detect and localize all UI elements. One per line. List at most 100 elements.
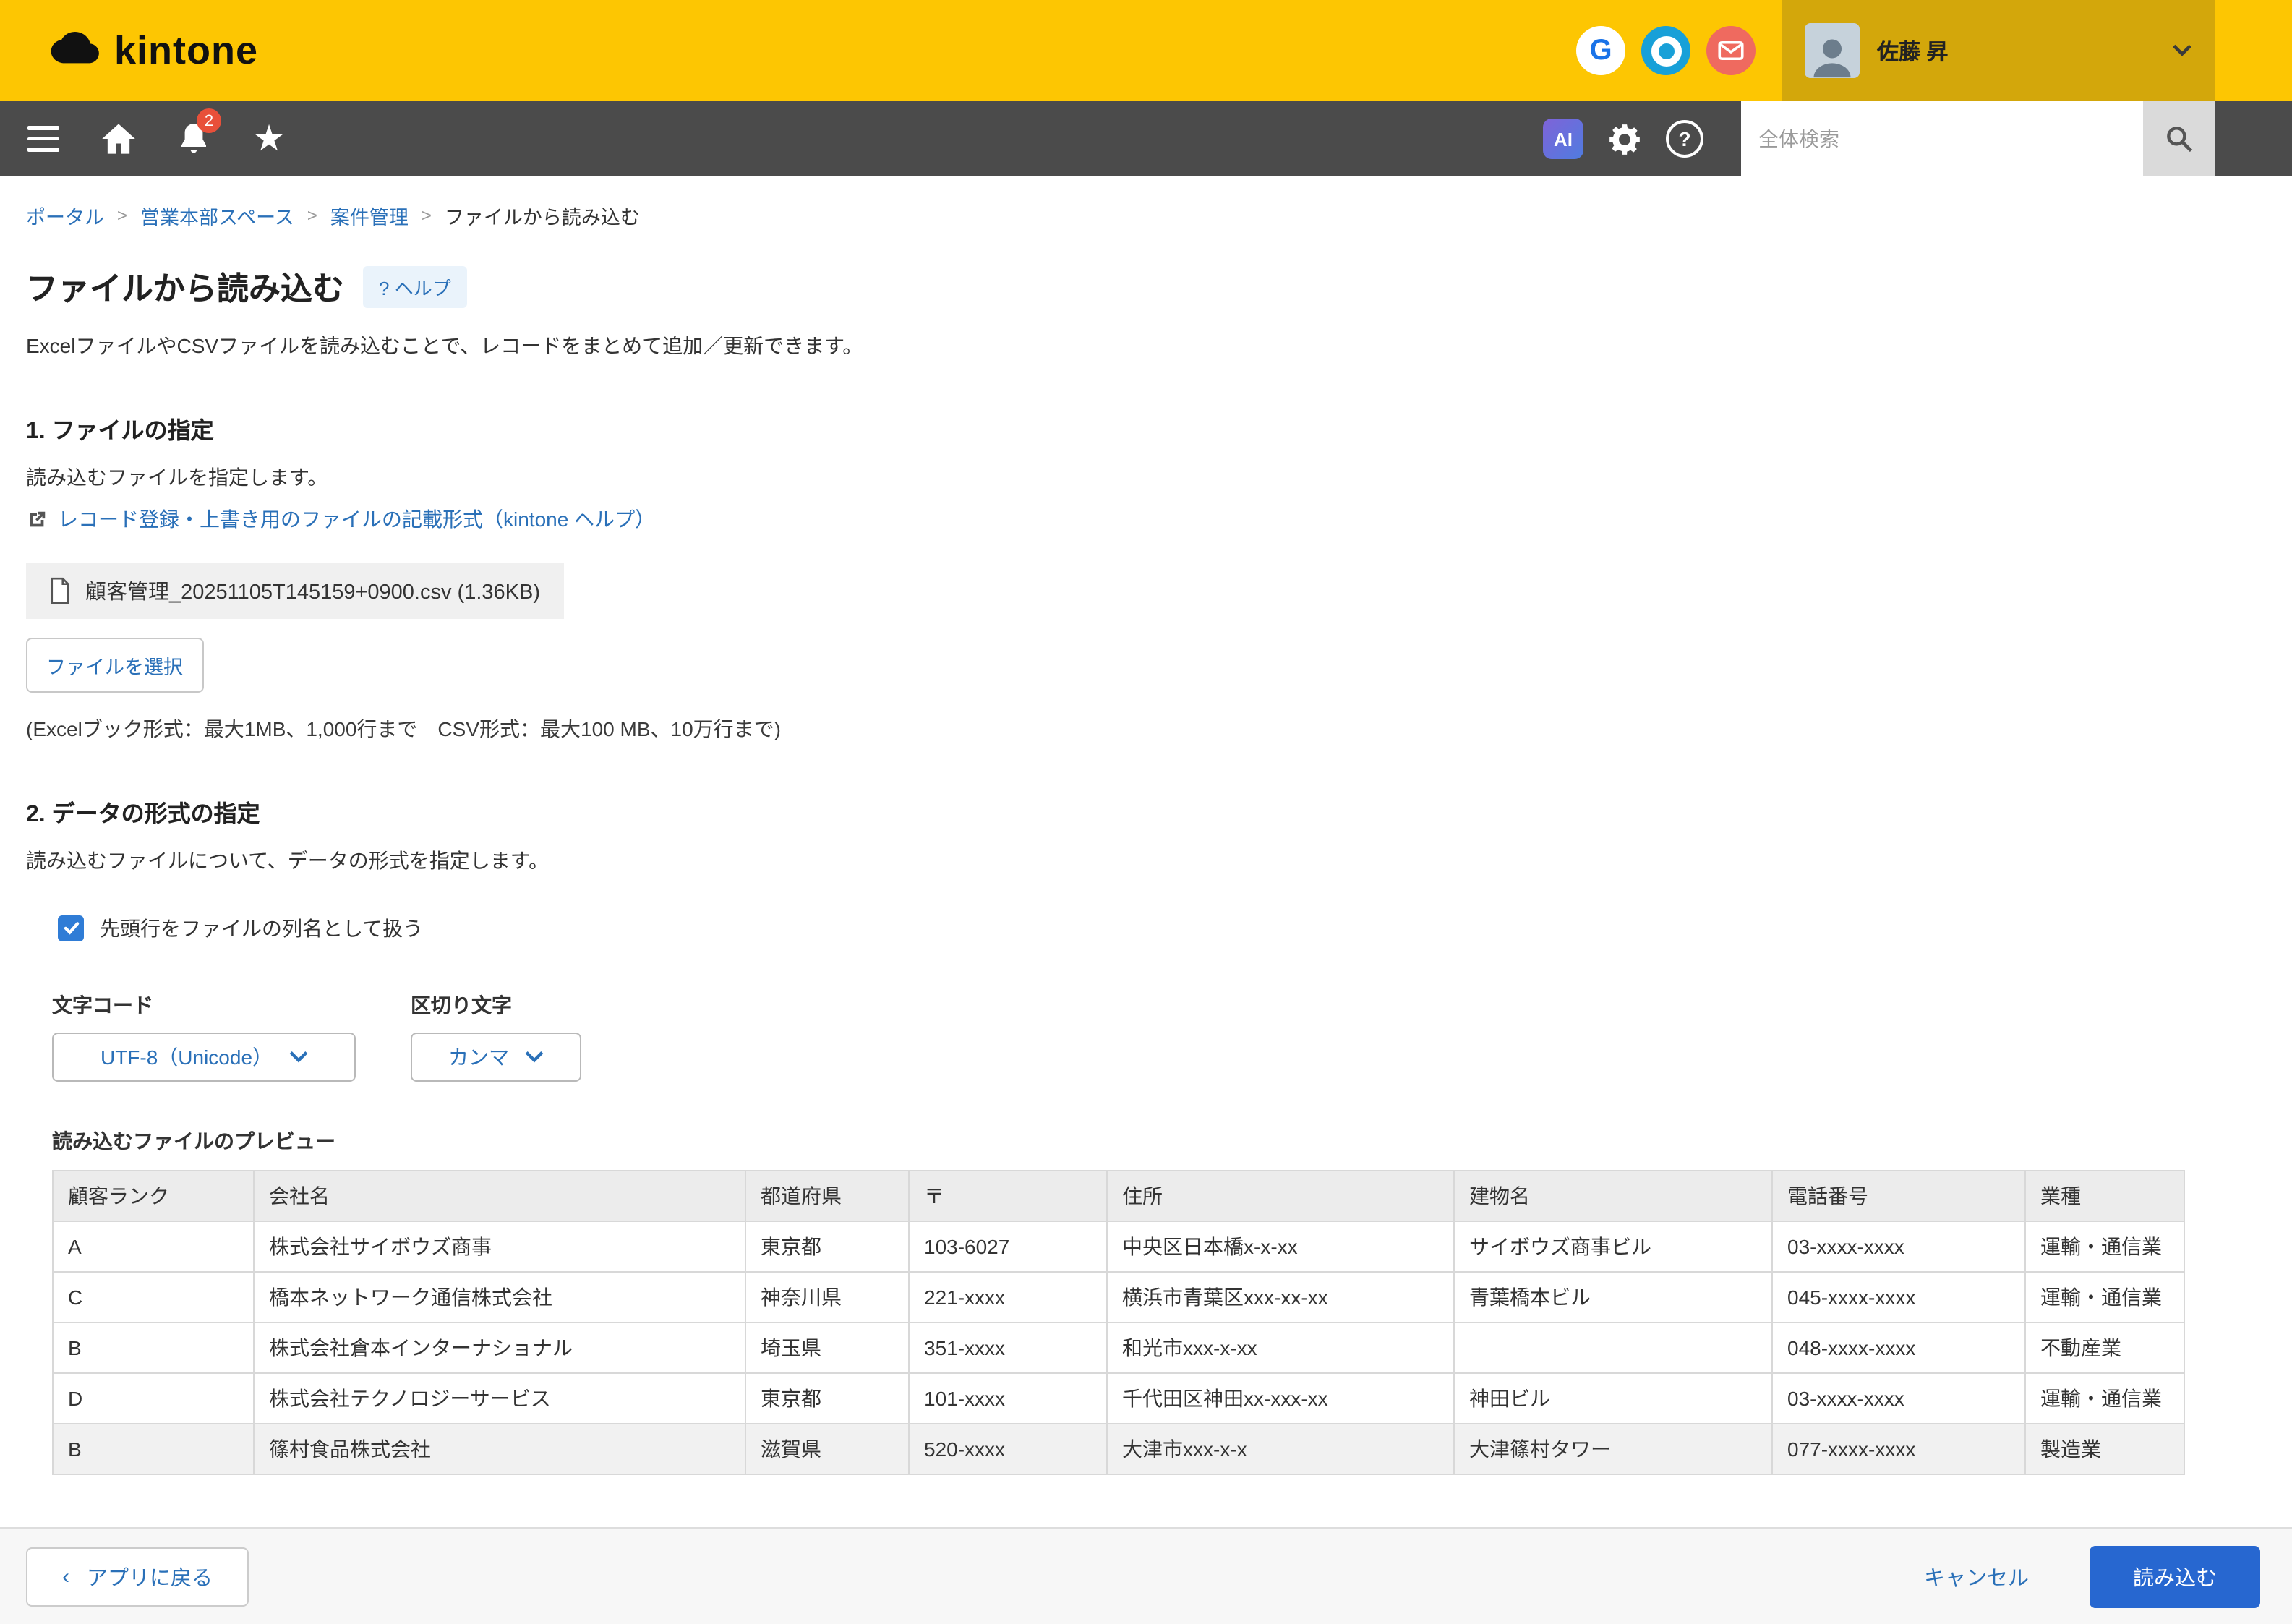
office-service-icon[interactable] bbox=[1641, 26, 1690, 75]
ai-button[interactable]: AI bbox=[1543, 119, 1583, 159]
table-cell: 滋賀県 bbox=[745, 1423, 909, 1474]
star-icon: ★ bbox=[253, 121, 286, 157]
table-cell: 和光市xxx-x-xx bbox=[1107, 1322, 1454, 1372]
table-cell: 千代田区神田xx-xxx-xx bbox=[1107, 1372, 1454, 1423]
notifications-button[interactable]: 2 bbox=[156, 101, 231, 176]
breadcrumb-app[interactable]: 案件管理 bbox=[330, 201, 409, 230]
file-format-help-link[interactable]: レコード登録・上書き用のファイルの記載形式（kintone ヘルプ） bbox=[26, 505, 655, 534]
nav-right: AI ? bbox=[1543, 101, 2292, 176]
cancel-button[interactable]: キャンセル bbox=[1885, 1545, 2068, 1607]
chevron-down-icon bbox=[525, 1050, 544, 1063]
table-cell: 045-xxxx-xxxx bbox=[1772, 1271, 2025, 1322]
main-content: ファイルから読み込む ? ヘルプ ExcelファイルやCSVファイルを読み込むこ… bbox=[0, 263, 2292, 1606]
chevron-down-icon bbox=[2172, 38, 2192, 64]
chevron-down-icon bbox=[288, 1050, 307, 1063]
table-cell: 101-xxxx bbox=[909, 1372, 1107, 1423]
menu-button[interactable] bbox=[6, 101, 81, 176]
table-cell: 横浜市青葉区xxx-xx-xx bbox=[1107, 1271, 1454, 1322]
table-cell: 東京都 bbox=[745, 1372, 909, 1423]
table-cell: 青葉橋本ビル bbox=[1454, 1271, 1772, 1322]
table-cell: D bbox=[53, 1372, 254, 1423]
table-row: B篠村食品株式会社滋賀県520-xxxx大津市xxx-x-x大津篠村タワー077… bbox=[53, 1423, 2184, 1474]
table-cell: 運輸・通信業 bbox=[2025, 1271, 2184, 1322]
breadcrumb-separator: > bbox=[307, 205, 317, 226]
header-row-checkbox-label[interactable]: 先頭行をファイルの列名として扱う bbox=[100, 913, 423, 942]
file-limits-note: (Excelブック形式：最大1MB、1,000行まで CSV形式：最大100 M… bbox=[26, 714, 2266, 743]
table-cell: 大津篠村タワー bbox=[1454, 1423, 1772, 1474]
file-name: 顧客管理_20251105T145159+0900.csv (1.36KB) bbox=[85, 575, 540, 605]
table-cell: B bbox=[53, 1423, 254, 1474]
column-header: 住所 bbox=[1107, 1170, 1454, 1221]
topbar: kintone G 佐藤 昇 bbox=[0, 0, 2292, 101]
select-file-button[interactable]: ファイルを選択 bbox=[26, 637, 203, 692]
table-cell: 橋本ネットワーク通信株式会社 bbox=[254, 1271, 745, 1322]
breadcrumb-current: ファイルから読み込む bbox=[445, 201, 640, 230]
column-header: 電話番号 bbox=[1772, 1170, 2025, 1221]
back-to-app-button[interactable]: ‹ アプリに戻る bbox=[26, 1547, 249, 1606]
import-button[interactable]: 読み込む bbox=[2090, 1545, 2260, 1607]
service-icons: G bbox=[1576, 0, 1782, 101]
favorites-button[interactable]: ★ bbox=[231, 101, 307, 176]
cloud-icon bbox=[49, 30, 101, 72]
search-button[interactable] bbox=[2143, 101, 2215, 176]
breadcrumb: ポータル > 営業本部スペース > 案件管理 > ファイルから読み込む bbox=[0, 176, 2292, 230]
search-icon bbox=[2163, 123, 2195, 155]
selected-file-chip: 顧客管理_20251105T145159+0900.csv (1.36KB) bbox=[26, 562, 563, 618]
user-name: 佐藤 昇 bbox=[1877, 35, 2155, 66]
delimiter-control: 区切り文字 カンマ bbox=[411, 990, 581, 1081]
table-cell: 神奈川県 bbox=[745, 1271, 909, 1322]
header-row-checkbox[interactable] bbox=[58, 915, 84, 941]
check-icon bbox=[61, 918, 80, 937]
home-button[interactable] bbox=[81, 101, 156, 176]
table-cell bbox=[1454, 1322, 1772, 1372]
preview-table-body: A株式会社サイボウズ商事東京都103-6027中央区日本橋x-x-xxサイボウズ… bbox=[53, 1221, 2184, 1474]
home-icon bbox=[100, 120, 137, 158]
help-button[interactable]: ? bbox=[1666, 120, 1703, 158]
mail-service-icon[interactable] bbox=[1706, 26, 1756, 75]
navbar: 2 ★ AI ? bbox=[0, 101, 2292, 176]
table-cell: 03-xxxx-xxxx bbox=[1772, 1221, 2025, 1271]
hamburger-icon bbox=[27, 127, 59, 152]
page-title: ファイルから読み込む bbox=[26, 263, 344, 309]
table-row: A株式会社サイボウズ商事東京都103-6027中央区日本橋x-x-xxサイボウズ… bbox=[53, 1221, 2184, 1271]
charset-select[interactable]: UTF-8（Unicode） bbox=[52, 1032, 356, 1081]
column-header: 都道府県 bbox=[745, 1170, 909, 1221]
table-cell: 221-xxxx bbox=[909, 1271, 1107, 1322]
table-cell: B bbox=[53, 1322, 254, 1372]
breadcrumb-space[interactable]: 営業本部スペース bbox=[140, 201, 294, 230]
kintone-logo[interactable]: kintone bbox=[0, 28, 258, 73]
charset-control: 文字コード UTF-8（Unicode） bbox=[52, 990, 356, 1081]
table-row: B株式会社倉本インターナショナル埼玉県351-xxxx和光市xxx-x-xx04… bbox=[53, 1322, 2184, 1372]
section2-description: 読み込むファイルについて、データの形式を指定します。 bbox=[26, 845, 2266, 874]
google-service-icon[interactable]: G bbox=[1576, 26, 1625, 75]
column-header: 会社名 bbox=[254, 1170, 745, 1221]
page-description: ExcelファイルやCSVファイルを読み込むことで、レコードをまとめて追加／更新… bbox=[26, 331, 2266, 360]
column-header: 〒 bbox=[909, 1170, 1107, 1221]
table-cell: 048-xxxx-xxxx bbox=[1772, 1322, 2025, 1372]
settings-button[interactable] bbox=[1607, 121, 1643, 157]
external-link-icon bbox=[26, 508, 48, 530]
envelope-icon bbox=[1718, 40, 1744, 61]
user-menu[interactable]: 佐藤 昇 bbox=[1782, 0, 2215, 101]
global-search bbox=[1741, 101, 2215, 176]
page-help-link[interactable]: ? ヘルプ bbox=[363, 265, 467, 307]
table-cell: 大津市xxx-x-x bbox=[1107, 1423, 1454, 1474]
table-cell: 株式会社サイボウズ商事 bbox=[254, 1221, 745, 1271]
logo-text: kintone bbox=[114, 28, 258, 73]
table-cell: 篠村食品株式会社 bbox=[254, 1423, 745, 1474]
table-cell: 製造業 bbox=[2025, 1423, 2184, 1474]
nav-left: 2 ★ bbox=[0, 101, 307, 176]
table-cell: 埼玉県 bbox=[745, 1322, 909, 1372]
delimiter-select[interactable]: カンマ bbox=[411, 1032, 581, 1081]
table-cell: 不動産業 bbox=[2025, 1322, 2184, 1372]
ring-icon bbox=[1651, 35, 1681, 66]
table-cell: 株式会社テクノロジーサービス bbox=[254, 1372, 745, 1423]
avatar bbox=[1805, 23, 1860, 78]
table-cell: A bbox=[53, 1221, 254, 1271]
breadcrumb-portal[interactable]: ポータル bbox=[26, 201, 104, 230]
table-cell: 520-xxxx bbox=[909, 1423, 1107, 1474]
footer-action-bar: ‹ アプリに戻る キャンセル 読み込む bbox=[0, 1527, 2292, 1624]
breadcrumb-separator: > bbox=[117, 205, 127, 226]
table-cell: サイボウズ商事ビル bbox=[1454, 1221, 1772, 1271]
search-input[interactable] bbox=[1741, 101, 2143, 176]
